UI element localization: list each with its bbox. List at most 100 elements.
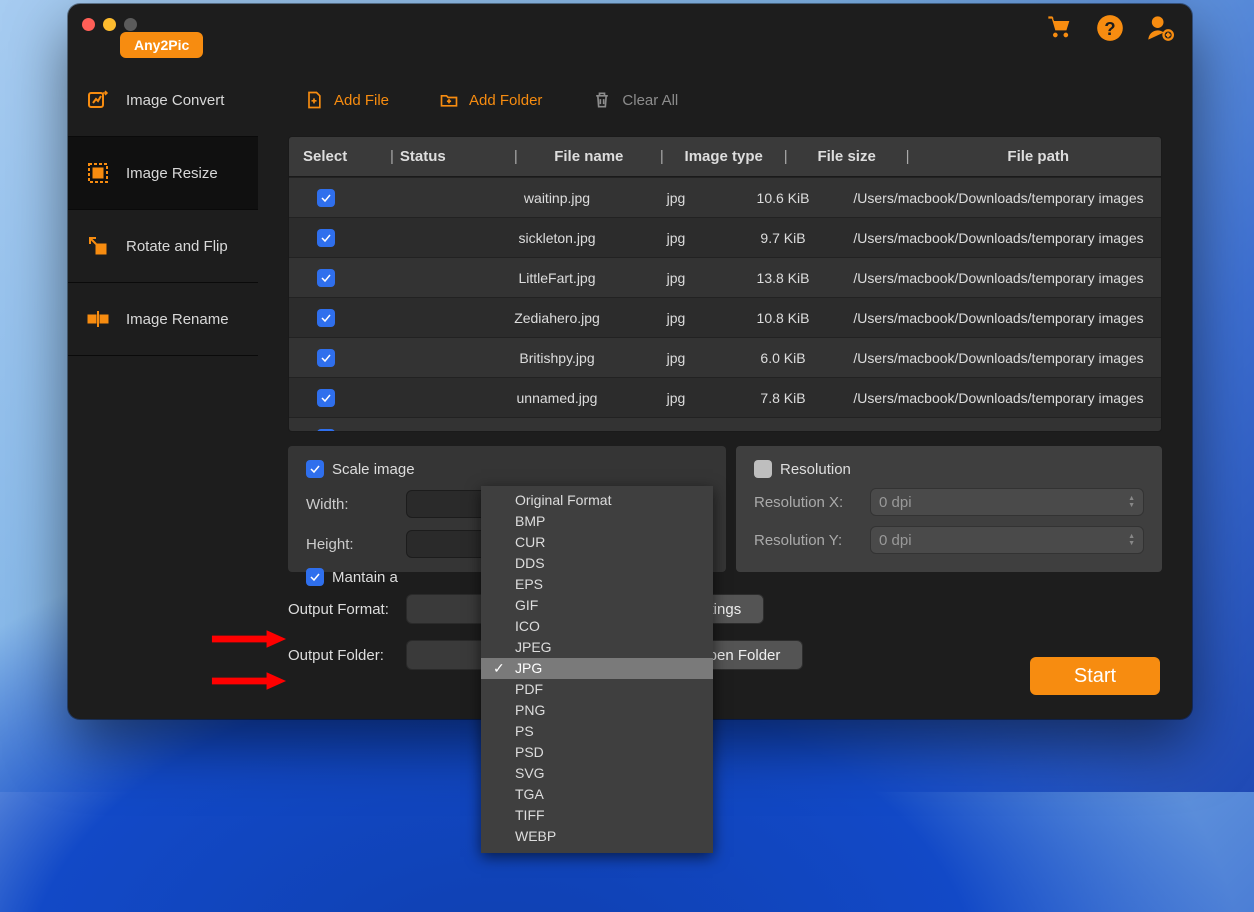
maintain-checkbox[interactable] [306, 568, 324, 586]
resy-input[interactable]: 0 dpi▲▼ [870, 526, 1144, 554]
sidebar-item-image-convert[interactable]: Image Convert [68, 64, 258, 136]
format-option[interactable]: PS [481, 721, 713, 742]
main-content: Add File Add Folder Clear All Select| St… [258, 64, 1192, 719]
annotation-arrow-folder [210, 670, 288, 692]
sidebar-item-label: Image Rename [126, 311, 229, 328]
cell-image-type: jpg [622, 390, 730, 406]
scale-checkbox[interactable] [306, 460, 324, 478]
start-button[interactable]: Start [1030, 657, 1160, 695]
table-row[interactable]: Zediahero.jpgjpg10.8 KiB/Users/macbook/D… [289, 297, 1161, 337]
clear-all-button[interactable]: Clear All [592, 90, 678, 110]
cell-file-path: /Users/macbook/Downloads/temporary image… [836, 390, 1161, 406]
height-label: Height: [306, 536, 396, 553]
folder-plus-icon [439, 90, 459, 110]
format-option[interactable]: BMP [481, 511, 713, 532]
app-window: Any2Pic ? Image Convert Image Resize Rot… [68, 4, 1192, 719]
sidebar-item-label: Rotate and Flip [126, 238, 228, 255]
cell-file-name: gysujed5j9td [492, 430, 622, 433]
cell-image-type: jpg [622, 230, 730, 246]
cell-file-size: 10.6 KiB [730, 190, 836, 206]
cell-file-name: Britishpy.jpg [492, 350, 622, 366]
resolution-title: Resolution [780, 461, 851, 478]
row-checkbox[interactable] [317, 349, 335, 367]
output-format-label: Output Format: [288, 601, 394, 618]
cart-icon[interactable] [1046, 14, 1074, 47]
table-row[interactable]: waitinp.jpgjpg10.6 KiB/Users/macbook/Dow… [289, 177, 1161, 217]
cell-file-path: /Users/macbook/Downloads/temporary image… [836, 310, 1161, 326]
format-option[interactable]: Original Format [481, 490, 713, 511]
format-option[interactable]: DDS [481, 553, 713, 574]
table-row[interactable]: gysujed5j9tdjpeg5.0 MiB/Users/macbook/Do… [289, 417, 1161, 432]
format-option[interactable]: PSD [481, 742, 713, 763]
format-option[interactable]: CUR [481, 532, 713, 553]
table-row[interactable]: unnamed.jpgjpg7.8 KiB/Users/macbook/Down… [289, 377, 1161, 417]
format-option[interactable]: WEBP [481, 826, 713, 847]
row-checkbox[interactable] [317, 189, 335, 207]
width-label: Width: [306, 496, 396, 513]
file-plus-icon [304, 90, 324, 110]
resize-icon [86, 161, 110, 185]
table-header: Select| Status| File name| Image type| F… [289, 137, 1161, 177]
maintain-label: Mantain a [332, 569, 398, 586]
row-checkbox[interactable] [317, 229, 335, 247]
sidebar-item-rotate-flip[interactable]: Rotate and Flip [68, 210, 258, 282]
format-option[interactable]: PDF [481, 679, 713, 700]
table-row[interactable]: sickleton.jpgjpg9.7 KiB/Users/macbook/Do… [289, 217, 1161, 257]
cell-file-size: 5.0 MiB [730, 430, 836, 433]
row-checkbox[interactable] [317, 429, 335, 433]
sidebar-item-label: Image Resize [126, 165, 218, 182]
row-checkbox[interactable] [317, 389, 335, 407]
cell-image-type: jpg [622, 350, 730, 366]
format-option[interactable]: JPG [481, 658, 713, 679]
resx-input[interactable]: 0 dpi▲▼ [870, 488, 1144, 516]
cell-image-type: jpeg [622, 430, 730, 433]
cell-file-name: waitinp.jpg [492, 190, 622, 206]
resolution-panel: Resolution Resolution X: 0 dpi▲▼ Resolut… [736, 446, 1162, 572]
format-option[interactable]: PNG [481, 700, 713, 721]
row-checkbox[interactable] [317, 269, 335, 287]
trash-icon [592, 90, 612, 110]
format-option[interactable]: JPEG [481, 637, 713, 658]
maximize-window-button[interactable] [124, 18, 137, 31]
action-bar: Add File Add Folder Clear All [288, 84, 1162, 136]
cell-file-name: LittleFart.jpg [492, 270, 622, 286]
cell-file-size: 9.7 KiB [730, 230, 836, 246]
help-icon[interactable]: ? [1096, 14, 1124, 47]
window-controls [82, 18, 137, 31]
sidebar-item-image-resize[interactable]: Image Resize [68, 137, 258, 209]
cell-file-name: sickleton.jpg [492, 230, 622, 246]
output-format-row: Output Format: Settings [288, 594, 1162, 624]
header-icons: ? [1046, 14, 1174, 47]
svg-text:?: ? [1104, 18, 1115, 39]
col-file-size: File size [794, 148, 900, 165]
col-file-path: File path [916, 148, 1161, 165]
cell-image-type: jpg [622, 310, 730, 326]
convert-icon [86, 88, 110, 112]
format-option[interactable]: TGA [481, 784, 713, 805]
table-row[interactable]: LittleFart.jpgjpg13.8 KiB/Users/macbook/… [289, 257, 1161, 297]
col-file-name: File name [524, 148, 654, 165]
format-option[interactable]: ICO [481, 616, 713, 637]
sidebar-item-image-rename[interactable]: Image Rename [68, 283, 258, 355]
add-file-button[interactable]: Add File [304, 90, 389, 110]
add-folder-button[interactable]: Add Folder [439, 90, 542, 110]
cell-file-path: /Users/macbook/Downloads/temporary image… [836, 430, 1161, 433]
format-option[interactable]: TIFF [481, 805, 713, 826]
format-option[interactable]: EPS [481, 574, 713, 595]
minimize-window-button[interactable] [103, 18, 116, 31]
format-option[interactable]: SVG [481, 763, 713, 784]
col-image-type: Image type [670, 148, 778, 165]
file-table: Select| Status| File name| Image type| F… [288, 136, 1162, 432]
add-user-icon[interactable] [1146, 14, 1174, 47]
resx-label: Resolution X: [754, 494, 860, 511]
cell-file-path: /Users/macbook/Downloads/temporary image… [836, 270, 1161, 286]
close-window-button[interactable] [82, 18, 95, 31]
table-row[interactable]: Britishpy.jpgjpg6.0 KiB/Users/macbook/Do… [289, 337, 1161, 377]
cell-file-size: 6.0 KiB [730, 350, 836, 366]
resolution-checkbox[interactable] [754, 460, 772, 478]
row-checkbox[interactable] [317, 309, 335, 327]
format-option[interactable]: GIF [481, 595, 713, 616]
format-dropdown-menu[interactable]: Original FormatBMPCURDDSEPSGIFICOJPEGJPG… [481, 486, 713, 853]
table-body: waitinp.jpg jpg 10.6 KiB/Users/macbook/Dow… [289, 177, 1161, 432]
cell-file-size: 7.8 KiB [730, 390, 836, 406]
